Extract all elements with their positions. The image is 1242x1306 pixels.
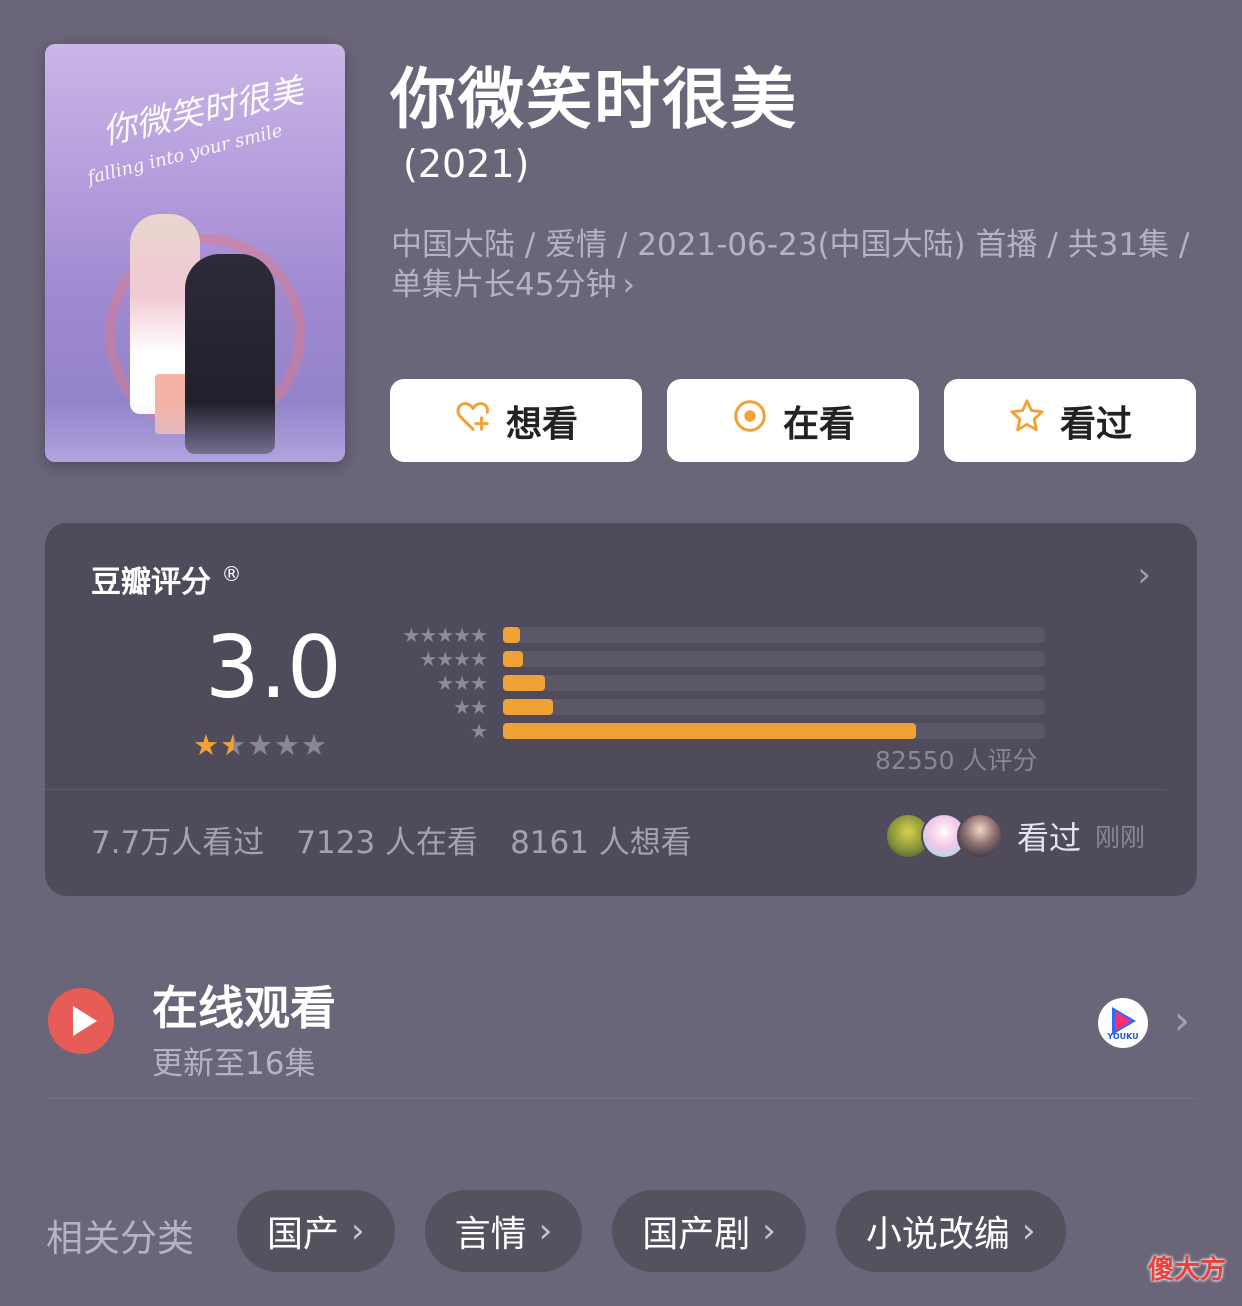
divider <box>45 1098 1197 1099</box>
rating-count: 82550 人评分 <box>875 746 1038 775</box>
divider <box>45 789 1167 790</box>
distribution-track <box>503 723 1045 739</box>
avatar <box>957 813 1003 859</box>
want-to-watch-label: 想看 <box>505 403 578 445</box>
watching-button[interactable]: 在看 <box>667 379 919 462</box>
watching-label: 在看 <box>782 403 855 445</box>
tag-yanqing[interactable]: 言情 › <box>424 1190 583 1272</box>
online-watch-title: 在线观看 <box>152 981 336 1035</box>
distribution-stars: ★★★ <box>436 671 488 695</box>
page-title: 你微笑时很美 <box>390 61 798 138</box>
rating-score: 3.0 <box>205 618 342 718</box>
chevron-right-icon: › <box>762 1211 776 1251</box>
chevron-right-icon[interactable]: › <box>1137 555 1151 595</box>
play-icon <box>48 988 114 1054</box>
youku-logo-icon: YOUKU <box>1098 998 1148 1048</box>
distribution-track <box>503 627 1045 643</box>
friend-time: 刚刚 <box>1095 823 1146 852</box>
related-categories-label: 相关分类 <box>46 1217 194 1260</box>
star-half-icon: ★ <box>220 728 247 762</box>
distribution-stars: ★★★★★ <box>402 623 488 647</box>
star-icon: ★ <box>301 728 328 762</box>
rating-label-text: 豆瓣评分 <box>91 565 211 600</box>
want-to-watch-button[interactable]: 想看 <box>390 379 642 462</box>
watched-label: 看过 <box>1059 403 1132 445</box>
chevron-right-icon: › <box>1174 998 1190 1044</box>
tag-guochan[interactable]: 国产 › <box>237 1190 395 1272</box>
friend-action: 看过 <box>1017 819 1082 857</box>
watch-stats: 7.7万人看过 7123 人在看 8161 人想看 <box>91 817 692 862</box>
stat-watched: 7.7万人看过 <box>91 825 265 861</box>
tag-novel-adaptation[interactable]: 小说改编 › <box>835 1190 1066 1272</box>
douban-rating-card[interactable]: 豆瓣评分 ® › 3.0 ★★★★★ ★★★★★ ★★★★ ★★★ ★★ ★ 8… <box>45 523 1197 896</box>
distribution-stars: ★★★★ <box>419 647 488 671</box>
poster-floor <box>45 402 345 462</box>
distribution-bar <box>503 675 546 691</box>
rating-label: 豆瓣评分 ® <box>91 557 241 601</box>
tag-guochanju[interactable]: 国产剧 › <box>612 1190 806 1272</box>
youku-logo-text: YOUKU <box>1107 1032 1139 1041</box>
star-icon: ★ <box>247 728 274 762</box>
tag-label: 国产剧 <box>642 1214 751 1255</box>
chevron-right-icon: › <box>1021 1211 1036 1251</box>
distribution-stars: ★★ <box>453 695 488 719</box>
distribution-bar <box>503 723 916 739</box>
episode-update: 更新至16集 <box>152 1046 316 1082</box>
target-circle-icon <box>731 397 769 444</box>
distribution-bar <box>503 699 553 715</box>
tag-label: 国产 <box>267 1214 340 1255</box>
meta-text: 中国大陆 / 爱情 / 2021-06-23(中国大陆) 首播 / 共31集 /… <box>391 227 1190 303</box>
registered-mark: ® <box>221 562 242 586</box>
category-tags: 国产 › 言情 › 国产剧 › 小说改编 › <box>237 1190 1066 1272</box>
distribution-track <box>503 675 1045 691</box>
distribution-bar <box>503 651 523 667</box>
online-watch-row[interactable]: 在线观看 更新至16集 YOUKU › <box>46 968 1198 1082</box>
watched-button[interactable]: 看过 <box>944 379 1196 462</box>
distribution-stars: ★ <box>470 719 488 743</box>
star-icon: ★ <box>274 728 301 762</box>
action-buttons: 想看 在看 看过 <box>390 379 1196 462</box>
star-outline-icon <box>1008 397 1046 444</box>
star-icon: ★ <box>193 728 220 762</box>
poster-image[interactable]: 你微笑时很美 falling into your smile <box>45 44 345 462</box>
movie-meta-info[interactable]: 中国大陆 / 爱情 / 2021-06-23(中国大陆) 首播 / 共31集 /… <box>391 225 1201 305</box>
distribution-track <box>503 699 1045 715</box>
chevron-right-icon: › <box>538 1211 553 1251</box>
stat-watching: 7123 人在看 <box>296 825 479 861</box>
tag-label: 言情 <box>454 1214 527 1255</box>
watermark: 傻大方 <box>1147 1255 1226 1285</box>
distribution-bar <box>503 627 521 643</box>
tag-label: 小说改编 <box>865 1214 1010 1255</box>
stat-want: 8161 人想看 <box>510 825 692 861</box>
heart-plus-icon <box>454 397 492 444</box>
rating-stars: ★★★★★ <box>193 728 328 762</box>
distribution-track <box>503 651 1045 667</box>
chevron-right-icon: › <box>351 1211 365 1251</box>
release-year: (2021) <box>403 142 530 186</box>
friend-activity[interactable]: 看过 刚刚 <box>885 813 1145 859</box>
chevron-right-icon: › <box>622 267 635 303</box>
